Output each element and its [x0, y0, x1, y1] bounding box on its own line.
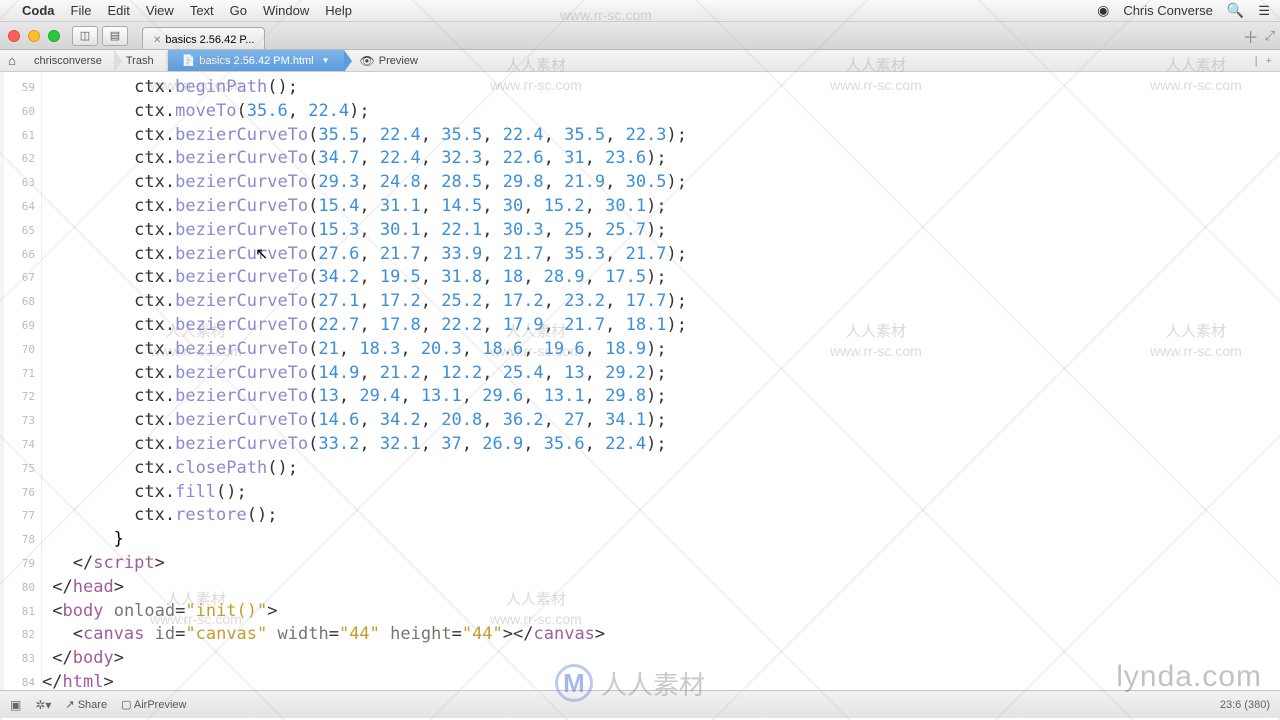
status-bar: ▣ ✲▾ ↗ Share ▢ AirPreview 23:6 (380) [0, 690, 1280, 718]
breadcrumb-current-file[interactable]: 📄 basics 2.56.42 PM.html ▼ [168, 50, 344, 71]
sidebar-toggle-button[interactable]: ◫ [72, 26, 98, 46]
menu-window[interactable]: Window [263, 3, 309, 18]
airpreview-button[interactable]: ▢ AirPreview [121, 698, 186, 711]
preview-button[interactable]: 👁 Preview [360, 54, 418, 68]
code-editor[interactable]: 5960616263646566676869707172737475767778… [0, 72, 1280, 690]
file-icon: 📄 [182, 54, 196, 67]
terminal-icon[interactable]: ▣ [10, 698, 21, 712]
menu-file[interactable]: File [71, 3, 92, 18]
gear-icon[interactable]: ✲▾ [35, 698, 51, 712]
eye-icon: 👁 [360, 54, 375, 68]
app-name[interactable]: Coda [22, 3, 55, 18]
tab-close-icon[interactable]: ✕ [153, 35, 161, 46]
code-content[interactable]: ctx.beginPath(); ctx.moveTo(35.6, 22.4);… [42, 72, 1280, 690]
creative-cloud-icon[interactable]: ◉ [1097, 2, 1109, 19]
new-tab-icon[interactable]: ＋ [1243, 24, 1259, 48]
zoom-window-button[interactable] [48, 30, 60, 42]
editor-tab[interactable]: ✕ basics 2.56.42 P... [142, 27, 265, 49]
share-button[interactable]: ↗ Share [65, 698, 107, 711]
path-bar: ⌂ chrisconverse Trash 📄 basics 2.56.42 P… [0, 50, 1280, 72]
view-mode-button[interactable]: ▤ [102, 26, 128, 46]
menu-edit[interactable]: Edit [107, 3, 129, 18]
add-pane-icon[interactable]: + [1266, 55, 1272, 67]
lynda-watermark: lynda.com [1116, 660, 1262, 694]
path-divider-icon: | [1255, 55, 1258, 67]
breadcrumb-user[interactable]: chrisconverse [24, 50, 116, 71]
macos-menubar: Coda File Edit View Text Go Window Help … [0, 0, 1280, 22]
breadcrumb-trash[interactable]: Trash [116, 50, 168, 71]
tab-label: basics 2.56.42 P... [165, 34, 254, 46]
minimize-window-button[interactable] [28, 30, 40, 42]
chevron-down-icon: ▼ [322, 56, 330, 65]
menu-text[interactable]: Text [190, 3, 214, 18]
cursor-position: 23:6 (380) [1220, 699, 1270, 711]
window-titlebar: ◫ ▤ ✕ basics 2.56.42 P... ＋ ⤢ [0, 22, 1280, 50]
menu-go[interactable]: Go [230, 3, 247, 18]
menu-help[interactable]: Help [325, 3, 352, 18]
home-icon[interactable]: ⌂ [0, 53, 24, 68]
expand-icon[interactable]: ⤢ [1265, 28, 1272, 44]
close-window-button[interactable] [8, 30, 20, 42]
user-name[interactable]: Chris Converse [1123, 3, 1213, 18]
menu-view[interactable]: View [146, 3, 174, 18]
spotlight-icon[interactable]: 🔍 [1227, 2, 1244, 19]
line-number-gutter: 5960616263646566676869707172737475767778… [4, 72, 42, 690]
notification-center-icon[interactable]: ☰ [1258, 3, 1270, 19]
